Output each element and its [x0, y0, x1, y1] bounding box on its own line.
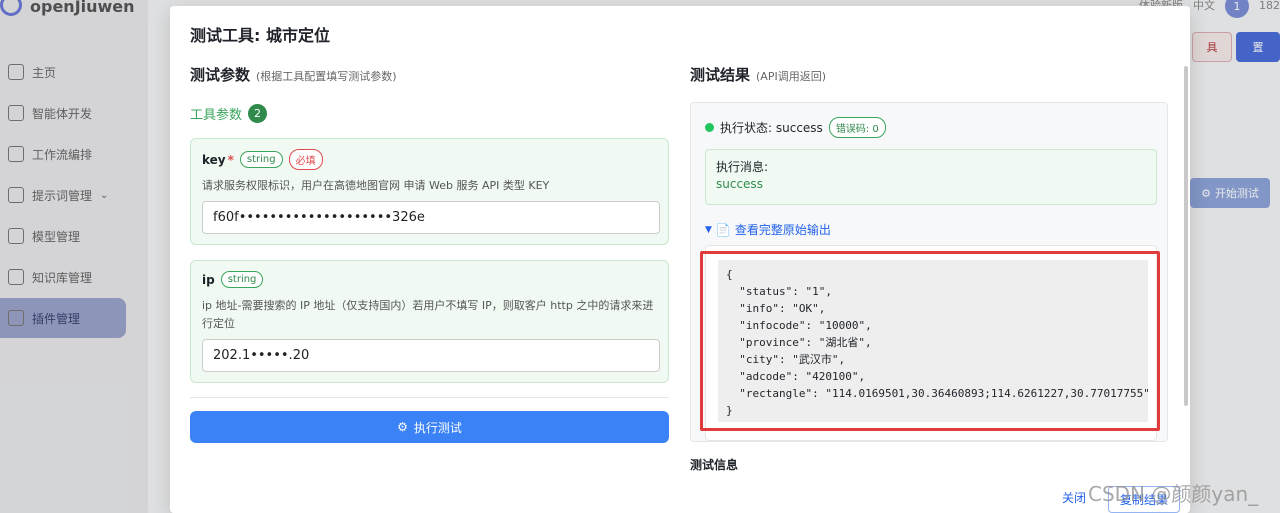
params-subtitle: (根据工具配置填写测试参数)	[256, 70, 397, 83]
status-text: 执行状态: success	[720, 121, 823, 135]
test-tool-modal: 测试工具: 城市定位 测试参数 (根据工具配置填写测试参数) 工具参数 2 key…	[170, 6, 1190, 513]
tool-params-label: 工具参数	[190, 108, 243, 123]
param-card-ip: ip string ip 地址-需要搜索的 IP 地址（仅支持国内）若用户不填写…	[190, 260, 669, 383]
status-dot-icon	[705, 123, 714, 132]
watermark: CSDN @颜颜yan_	[1088, 482, 1259, 506]
modal-title: 测试工具: 城市定位	[190, 26, 330, 45]
close-button[interactable]: 关闭	[1062, 489, 1086, 506]
param-card-key: key * string 必填 请求服务权限标识，用户在高德地图官网 申请 We…	[190, 138, 669, 245]
run-test-button[interactable]: ⚙ 执行测试	[190, 411, 669, 443]
raw-output-label: 查看完整原始输出	[734, 223, 831, 237]
required-tag: 必填	[288, 149, 323, 170]
raw-output-toggle[interactable]: ▼ 📄 查看完整原始输出	[705, 221, 831, 238]
scrollbar[interactable]	[1184, 66, 1188, 406]
param-head: ip string	[202, 271, 264, 288]
params-title: 测试参数	[190, 66, 251, 84]
message-value: success	[716, 177, 763, 191]
tool-params-header: 工具参数 2	[190, 104, 268, 123]
highlight-annotation	[700, 251, 1160, 431]
param-description: 请求服务权限标识，用户在高德地图官网 申请 Web 服务 API 类型 KEY	[202, 179, 550, 192]
type-tag: string	[220, 271, 264, 288]
status-row: 执行状态: success 错误码: 0	[705, 117, 886, 138]
ip-input[interactable]	[202, 339, 660, 372]
tool-params-count-badge: 2	[248, 104, 268, 123]
error-code-badge: 错误码: 0	[828, 117, 886, 138]
gear-icon: ⚙	[397, 420, 408, 434]
key-input[interactable]	[202, 201, 660, 234]
results-title: 测试结果	[690, 66, 751, 84]
message-box: 执行消息: success	[705, 149, 1157, 205]
params-section-title: 测试参数 (根据工具配置填写测试参数)	[190, 64, 397, 85]
triangle-down-icon: ▼	[705, 224, 712, 235]
param-name: key	[202, 152, 226, 167]
param-description: ip 地址-需要搜索的 IP 地址（仅支持国内）若用户不填写 IP，则取客户 h…	[202, 299, 654, 330]
results-subtitle: (API调用返回)	[756, 70, 827, 83]
message-label: 执行消息:	[716, 160, 769, 174]
run-test-label: 执行测试	[413, 420, 462, 435]
test-info-title: 测试信息	[690, 458, 739, 472]
param-head: key * string 必填	[202, 149, 323, 170]
results-section-title: 测试结果 (API调用返回)	[690, 64, 826, 85]
required-mark: *	[227, 152, 234, 167]
divider	[190, 397, 669, 398]
param-name: ip	[202, 272, 215, 287]
document-icon: 📄	[715, 222, 731, 237]
type-tag: string	[239, 151, 283, 168]
